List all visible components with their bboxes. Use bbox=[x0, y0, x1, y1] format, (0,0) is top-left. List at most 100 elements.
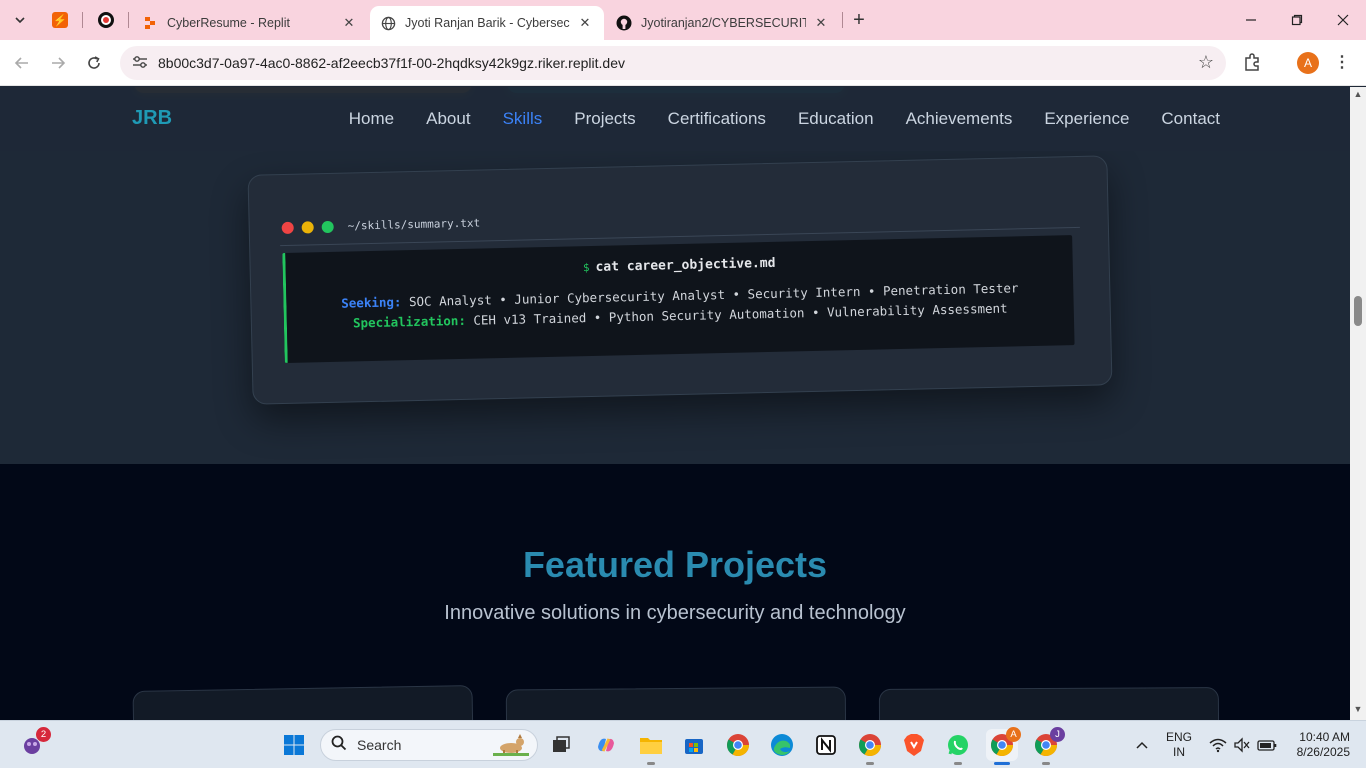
terminal-card-wrapper: ~/skills/summary.txt $ cat career_objecti… bbox=[247, 155, 1113, 405]
forward-button[interactable] bbox=[45, 50, 71, 76]
tab-jyoti-ranjan-barik[interactable]: Jyoti Ranjan Barik - Cybersecuri ✕ bbox=[370, 6, 604, 40]
chrome-second-profile-button[interactable]: J bbox=[1030, 727, 1065, 765]
widgets-button[interactable]: 2 bbox=[16, 727, 51, 761]
wifi-icon bbox=[1209, 738, 1227, 753]
address-bar[interactable]: 8b00c3d7-0a97-4ac0-8862-af2eecb37f1f-00-… bbox=[120, 46, 1226, 80]
chrome-icon bbox=[859, 734, 881, 756]
red-dot-icon bbox=[281, 221, 294, 235]
scroll-thumb[interactable] bbox=[1354, 296, 1362, 326]
restore-icon bbox=[1291, 14, 1303, 26]
copilot-icon bbox=[598, 738, 614, 752]
running-indicator bbox=[866, 762, 874, 765]
terminal-command: $ cat career_objective.md bbox=[286, 249, 1073, 282]
pinned-tab-2[interactable] bbox=[94, 9, 118, 31]
terminal-path: ~/skills/summary.txt bbox=[347, 216, 481, 233]
page-viewport: ~/skills/summary.txt $ cat career_objecti… bbox=[0, 87, 1350, 720]
running-indicator bbox=[954, 762, 962, 765]
close-window-button[interactable] bbox=[1320, 0, 1366, 40]
file-explorer-button[interactable] bbox=[635, 729, 667, 765]
tab-title: Jyoti Ranjan Barik - Cybersecuri bbox=[405, 16, 570, 30]
projects-title: Featured Projects bbox=[522, 544, 828, 585]
pinned-tab-replit[interactable]: ⚡ bbox=[48, 9, 72, 31]
scroll-up-icon[interactable]: ▲ bbox=[1350, 89, 1366, 103]
nav-skills[interactable]: Skills bbox=[503, 109, 543, 129]
close-icon[interactable]: ✕ bbox=[340, 14, 358, 32]
nav-projects[interactable]: Projects bbox=[574, 109, 635, 129]
search-label: Search bbox=[357, 737, 402, 753]
chrome-button[interactable] bbox=[722, 729, 754, 761]
browser-menu-button[interactable]: ⋮ bbox=[1334, 52, 1350, 74]
site-settings-icon[interactable] bbox=[122, 55, 158, 72]
running-indicator bbox=[994, 762, 1010, 765]
close-icon[interactable]: ✕ bbox=[576, 14, 594, 32]
nav-achievements[interactable]: Achievements bbox=[906, 109, 1013, 129]
whatsapp-icon bbox=[948, 735, 968, 755]
projects-section: Featured Projects Innovative solutions i… bbox=[0, 464, 1350, 720]
tab-search-button[interactable] bbox=[8, 8, 32, 32]
nav-experience[interactable]: Experience bbox=[1044, 109, 1129, 129]
extensions-button[interactable] bbox=[1242, 52, 1264, 74]
tab-separator bbox=[82, 12, 83, 28]
project-card[interactable] bbox=[878, 687, 1220, 720]
tab-cyberresume-replit[interactable]: CyberResume - Replit ✕ bbox=[132, 6, 368, 40]
tab-github-repo[interactable]: Jyotiranjan2/CYBERSECURITY-P ✕ bbox=[606, 6, 840, 40]
page-scrollbar[interactable]: ▲ ▼ bbox=[1350, 87, 1366, 720]
start-button[interactable] bbox=[278, 729, 310, 761]
site-logo[interactable]: JRB bbox=[132, 107, 172, 130]
edge-icon bbox=[771, 734, 793, 756]
replit-icon bbox=[142, 15, 158, 31]
taskbar-search[interactable]: Search bbox=[320, 729, 538, 761]
volume-status[interactable] bbox=[1232, 729, 1252, 761]
scroll-down-icon[interactable]: ▼ bbox=[1350, 704, 1366, 718]
system-clock[interactable]: 10:40 AM 8/26/2025 bbox=[1288, 730, 1350, 760]
profile-badge-a: A bbox=[1006, 727, 1021, 742]
show-hidden-icons-button[interactable] bbox=[1128, 729, 1156, 761]
back-button[interactable] bbox=[9, 50, 35, 76]
running-indicator bbox=[647, 762, 655, 765]
nav-certifications[interactable]: Certifications bbox=[668, 109, 766, 129]
copilot-button[interactable] bbox=[590, 729, 622, 761]
notion-button[interactable] bbox=[810, 729, 842, 761]
project-card[interactable] bbox=[505, 686, 847, 720]
wifi-status[interactable] bbox=[1208, 729, 1228, 761]
battery-status[interactable] bbox=[1256, 729, 1278, 761]
minimize-icon bbox=[1246, 19, 1256, 21]
github-icon bbox=[616, 15, 632, 31]
whatsapp-button[interactable] bbox=[942, 729, 974, 765]
project-card[interactable] bbox=[132, 685, 474, 720]
microsoft-store-button[interactable] bbox=[678, 729, 710, 761]
nav-education[interactable]: Education bbox=[798, 109, 874, 129]
task-view-button[interactable] bbox=[545, 729, 577, 761]
store-icon bbox=[685, 739, 703, 754]
volume-muted-icon bbox=[1234, 737, 1250, 753]
reload-button[interactable] bbox=[81, 50, 107, 76]
new-tab-button[interactable]: + bbox=[848, 9, 870, 31]
window-controls bbox=[281, 220, 334, 235]
brave-button[interactable] bbox=[898, 729, 930, 761]
nav-about[interactable]: About bbox=[426, 109, 470, 129]
nav-contact[interactable]: Contact bbox=[1161, 109, 1220, 129]
chevron-up-icon bbox=[1136, 741, 1148, 749]
bookmark-star-icon[interactable]: ☆ bbox=[1198, 52, 1214, 73]
nav-home[interactable]: Home bbox=[349, 109, 394, 129]
chrome-active-button[interactable]: A bbox=[986, 727, 1021, 765]
minimize-button[interactable] bbox=[1228, 0, 1274, 40]
notification-badge: 2 bbox=[36, 727, 51, 742]
tab-separator bbox=[842, 12, 843, 28]
search-icon bbox=[321, 735, 357, 756]
tab-title: CyberResume - Replit bbox=[167, 16, 290, 30]
input-language[interactable]: ENG IN bbox=[1166, 730, 1192, 760]
profile-badge-j: J bbox=[1050, 727, 1065, 742]
projects-subtitle: Innovative solutions in cybersecurity an… bbox=[444, 602, 906, 624]
terminal-output: $ cat career_objective.md Seeking: SOC An… bbox=[282, 235, 1075, 363]
reload-icon bbox=[88, 56, 100, 69]
globe-icon bbox=[380, 15, 396, 31]
edge-button[interactable] bbox=[766, 729, 798, 761]
chrome-profile-button[interactable] bbox=[854, 729, 886, 765]
profile-avatar[interactable]: A bbox=[1297, 52, 1319, 74]
windows-taskbar: 2 Search A J ENG IN 10:40 AM 8/26/2025 bbox=[0, 720, 1366, 768]
yellow-dot-icon bbox=[301, 221, 314, 234]
restore-button[interactable] bbox=[1274, 0, 1320, 40]
close-icon[interactable]: ✕ bbox=[812, 14, 830, 32]
command-text: cat career_objective.md bbox=[595, 255, 776, 275]
